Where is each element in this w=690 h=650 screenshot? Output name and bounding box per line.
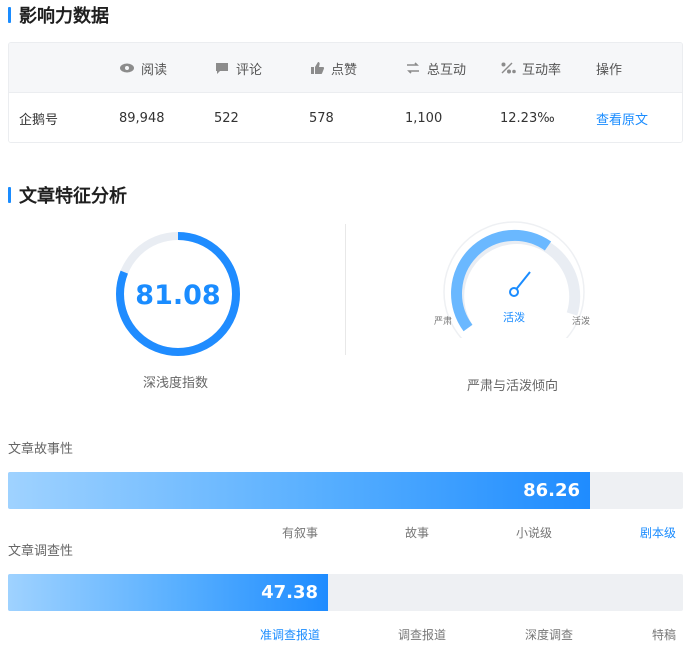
header-comment: 评论 xyxy=(214,43,262,93)
story-level-2: 故事 xyxy=(405,526,430,540)
header-rate: 互动率 xyxy=(500,43,561,93)
panel-divider xyxy=(345,224,346,355)
cell-platform: 企鹅号 xyxy=(19,112,59,128)
tone-left-label: 严肃 xyxy=(434,315,452,327)
story-level-4: 剧本级 xyxy=(640,526,677,540)
header-comment-label: 评论 xyxy=(236,62,263,78)
story-bar-track: 86.26 xyxy=(8,472,683,509)
story-label: 文章故事性 xyxy=(8,442,74,457)
tone-right-label: 活泼 xyxy=(572,315,590,327)
permille-icon xyxy=(501,62,516,74)
depth-caption: 深浅度指数 xyxy=(143,376,209,391)
cell-interact: 1,100 xyxy=(405,110,443,126)
cell-comment: 522 xyxy=(214,110,239,126)
header-like: 点赞 xyxy=(309,43,357,93)
header-action: 操作 xyxy=(596,62,623,78)
header-interact: 总互动 xyxy=(405,43,466,93)
header-read-label: 阅读 xyxy=(141,62,168,78)
investigation-level-4: 特稿 xyxy=(652,628,677,642)
influence-table: 阅读 评论 点赞 总互动 互动率 操作 企鹅号 89,948 522 578 1… xyxy=(8,42,683,143)
cell-rate: 12.23‰ xyxy=(500,110,555,126)
title-accent-bar xyxy=(8,7,11,23)
cell-read: 89,948 xyxy=(119,110,165,126)
features-title: 文章特征分析 xyxy=(19,186,127,207)
title-accent-bar xyxy=(8,187,11,203)
influence-title: 影响力数据 xyxy=(19,6,109,27)
story-level-3: 小说级 xyxy=(516,526,553,540)
thumbs-up-icon xyxy=(311,62,325,74)
investigation-bar-track: 47.38 xyxy=(8,574,683,611)
header-like-label: 点赞 xyxy=(331,62,358,78)
header-rate-label: 互动率 xyxy=(522,62,562,78)
story-value: 86.26 xyxy=(523,480,580,501)
investigation-value: 47.38 xyxy=(261,582,318,603)
features-section-title: 文章特征分析 xyxy=(8,182,127,208)
tone-current: 活泼 xyxy=(503,311,525,324)
investigation-level-3: 深度调查 xyxy=(525,628,574,642)
tone-needle-hub xyxy=(509,287,519,297)
table-row: 企鹅号 89,948 522 578 1,100 12.23‰ 查看原文 xyxy=(9,93,682,142)
depth-value: 81.08 xyxy=(135,280,220,311)
story-bar-fill xyxy=(8,472,590,509)
cell-like: 578 xyxy=(309,110,334,126)
eye-icon xyxy=(120,63,134,73)
header-interact-label: 总互动 xyxy=(427,62,467,78)
header-read: 阅读 xyxy=(119,43,167,93)
comment-icon xyxy=(216,63,228,74)
depth-ring-gauge: 81.08 xyxy=(116,232,240,356)
influence-section-title: 影响力数据 xyxy=(8,2,109,28)
investigation-label: 文章调查性 xyxy=(8,544,74,559)
investigation-level-1: 准调查报道 xyxy=(260,628,321,642)
tone-caption: 严肃与活泼倾向 xyxy=(467,379,559,394)
view-original-link[interactable]: 查看原文 xyxy=(596,93,648,142)
tone-dial-gauge: 活泼 严肃 活泼 xyxy=(434,221,590,338)
exchange-icon xyxy=(407,62,419,74)
story-level-1: 有叙事 xyxy=(282,526,319,540)
investigation-level-2: 调查报道 xyxy=(398,628,447,642)
table-header: 阅读 评论 点赞 总互动 互动率 操作 xyxy=(9,43,682,93)
